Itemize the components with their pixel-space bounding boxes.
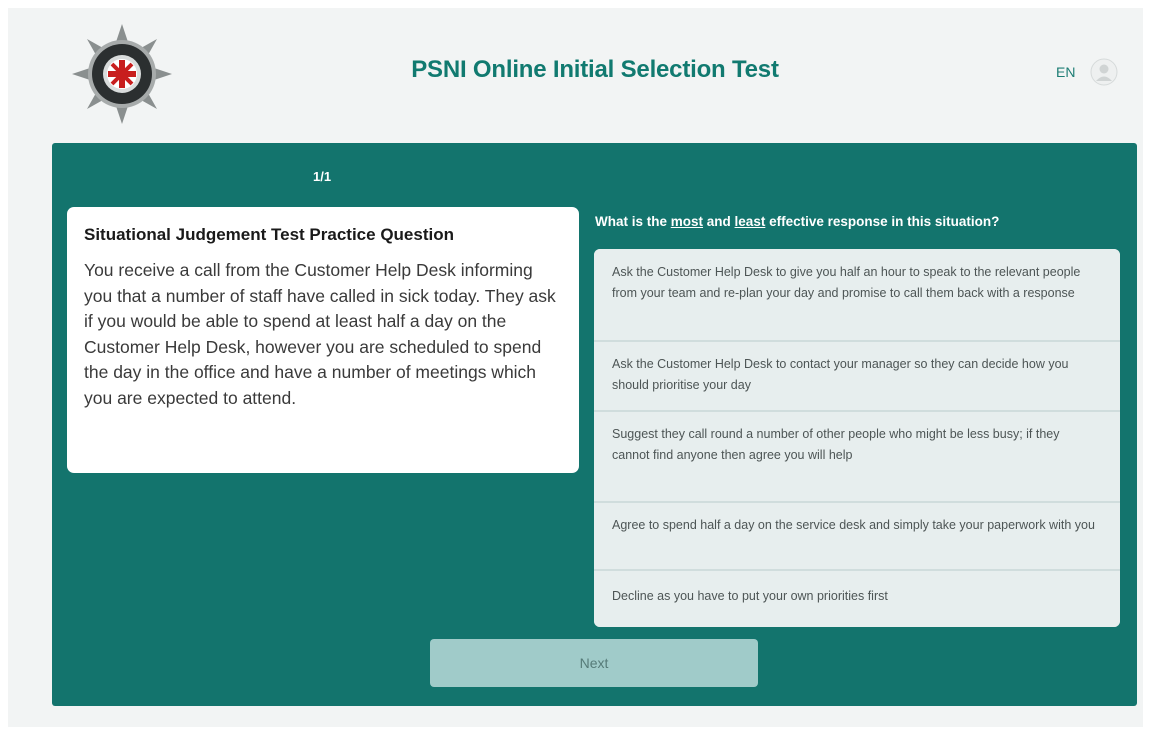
response-option[interactable]: Decline as you have to put your own prio…: [594, 571, 1120, 627]
app-title: PSNI Online Initial Selection Test: [411, 56, 779, 83]
prompt-text-middle: and: [703, 214, 735, 229]
response-option[interactable]: Ask the Customer Help Desk to contact yo…: [594, 342, 1120, 410]
question-body: You receive a call from the Customer Hel…: [84, 260, 556, 408]
next-button[interactable]: Next: [430, 639, 758, 687]
question-card: Situational Judgement Test Practice Ques…: [67, 207, 579, 473]
prompt-text-start: What is the: [595, 214, 671, 229]
user-avatar-icon[interactable]: [1090, 58, 1118, 86]
response-prompt: What is the most and least effective res…: [595, 214, 999, 229]
question-panel: 1/1 Situational Judgement Test Practice …: [52, 143, 1137, 706]
response-options-list: Ask the Customer Help Desk to give you h…: [594, 249, 1120, 627]
language-selector[interactable]: EN: [1056, 64, 1075, 80]
prompt-text-end: effective response in this situation?: [765, 214, 1000, 229]
response-option[interactable]: Agree to spend half a day on the service…: [594, 503, 1120, 569]
question-counter: 1/1: [313, 169, 332, 184]
response-option[interactable]: Ask the Customer Help Desk to give you h…: [594, 249, 1120, 340]
prompt-least: least: [734, 214, 766, 229]
prompt-most: most: [670, 214, 704, 229]
response-option[interactable]: Suggest they call round a number of othe…: [594, 412, 1120, 501]
question-title: Situational Judgement Test Practice Ques…: [84, 225, 454, 244]
psni-crest-icon: [72, 24, 172, 124]
